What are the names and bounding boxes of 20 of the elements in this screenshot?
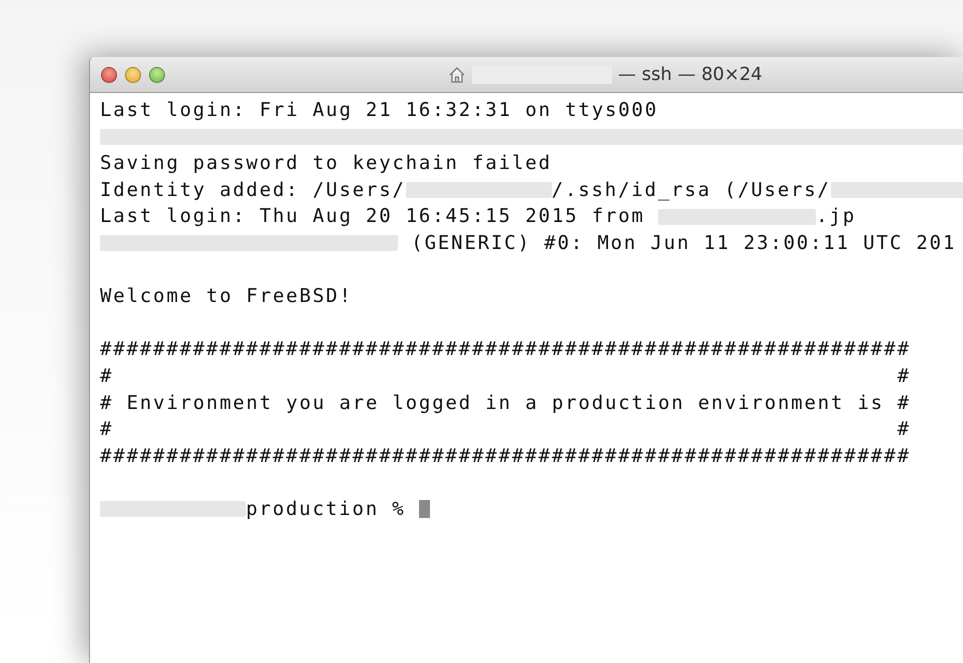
terminal-text: Last login: Thu Aug 20 16:45:15 2015 from (100, 204, 646, 230)
terminal-text: production % (246, 496, 406, 522)
terminal-text: # Environment you are logged in a production environment is # (100, 390, 911, 416)
terminal-text: Saving password to keychain failed (100, 151, 552, 176)
house-icon (448, 66, 466, 84)
terminal-text: /.ssh/id_rsa (/Users/ (552, 178, 831, 203)
close-button[interactable] (101, 66, 117, 82)
terminal-text: Last login: Fri Aug 21 16:32:31 on ttys000 (100, 98, 658, 123)
window-title: — ssh — 80×24 (618, 64, 762, 85)
terminal-text: .jp (816, 204, 856, 230)
zoom-button[interactable] (149, 66, 165, 82)
terminal-text: # # (100, 417, 911, 442)
terminal-text: ############################################################# (100, 444, 911, 469)
terminal-text: # # (100, 364, 911, 389)
terminal-text: Welcome to FreeBSD! (100, 284, 352, 310)
terminal-text: (GENERIC) #0: Mon Jun 11 23:00:11 UTC 201 (410, 230, 956, 256)
terminal-text: Identity added: /Users/ (100, 178, 406, 203)
terminal-text: ############################################################# (100, 337, 911, 362)
cursor-block (418, 500, 430, 518)
minimize-button[interactable] (125, 66, 141, 82)
